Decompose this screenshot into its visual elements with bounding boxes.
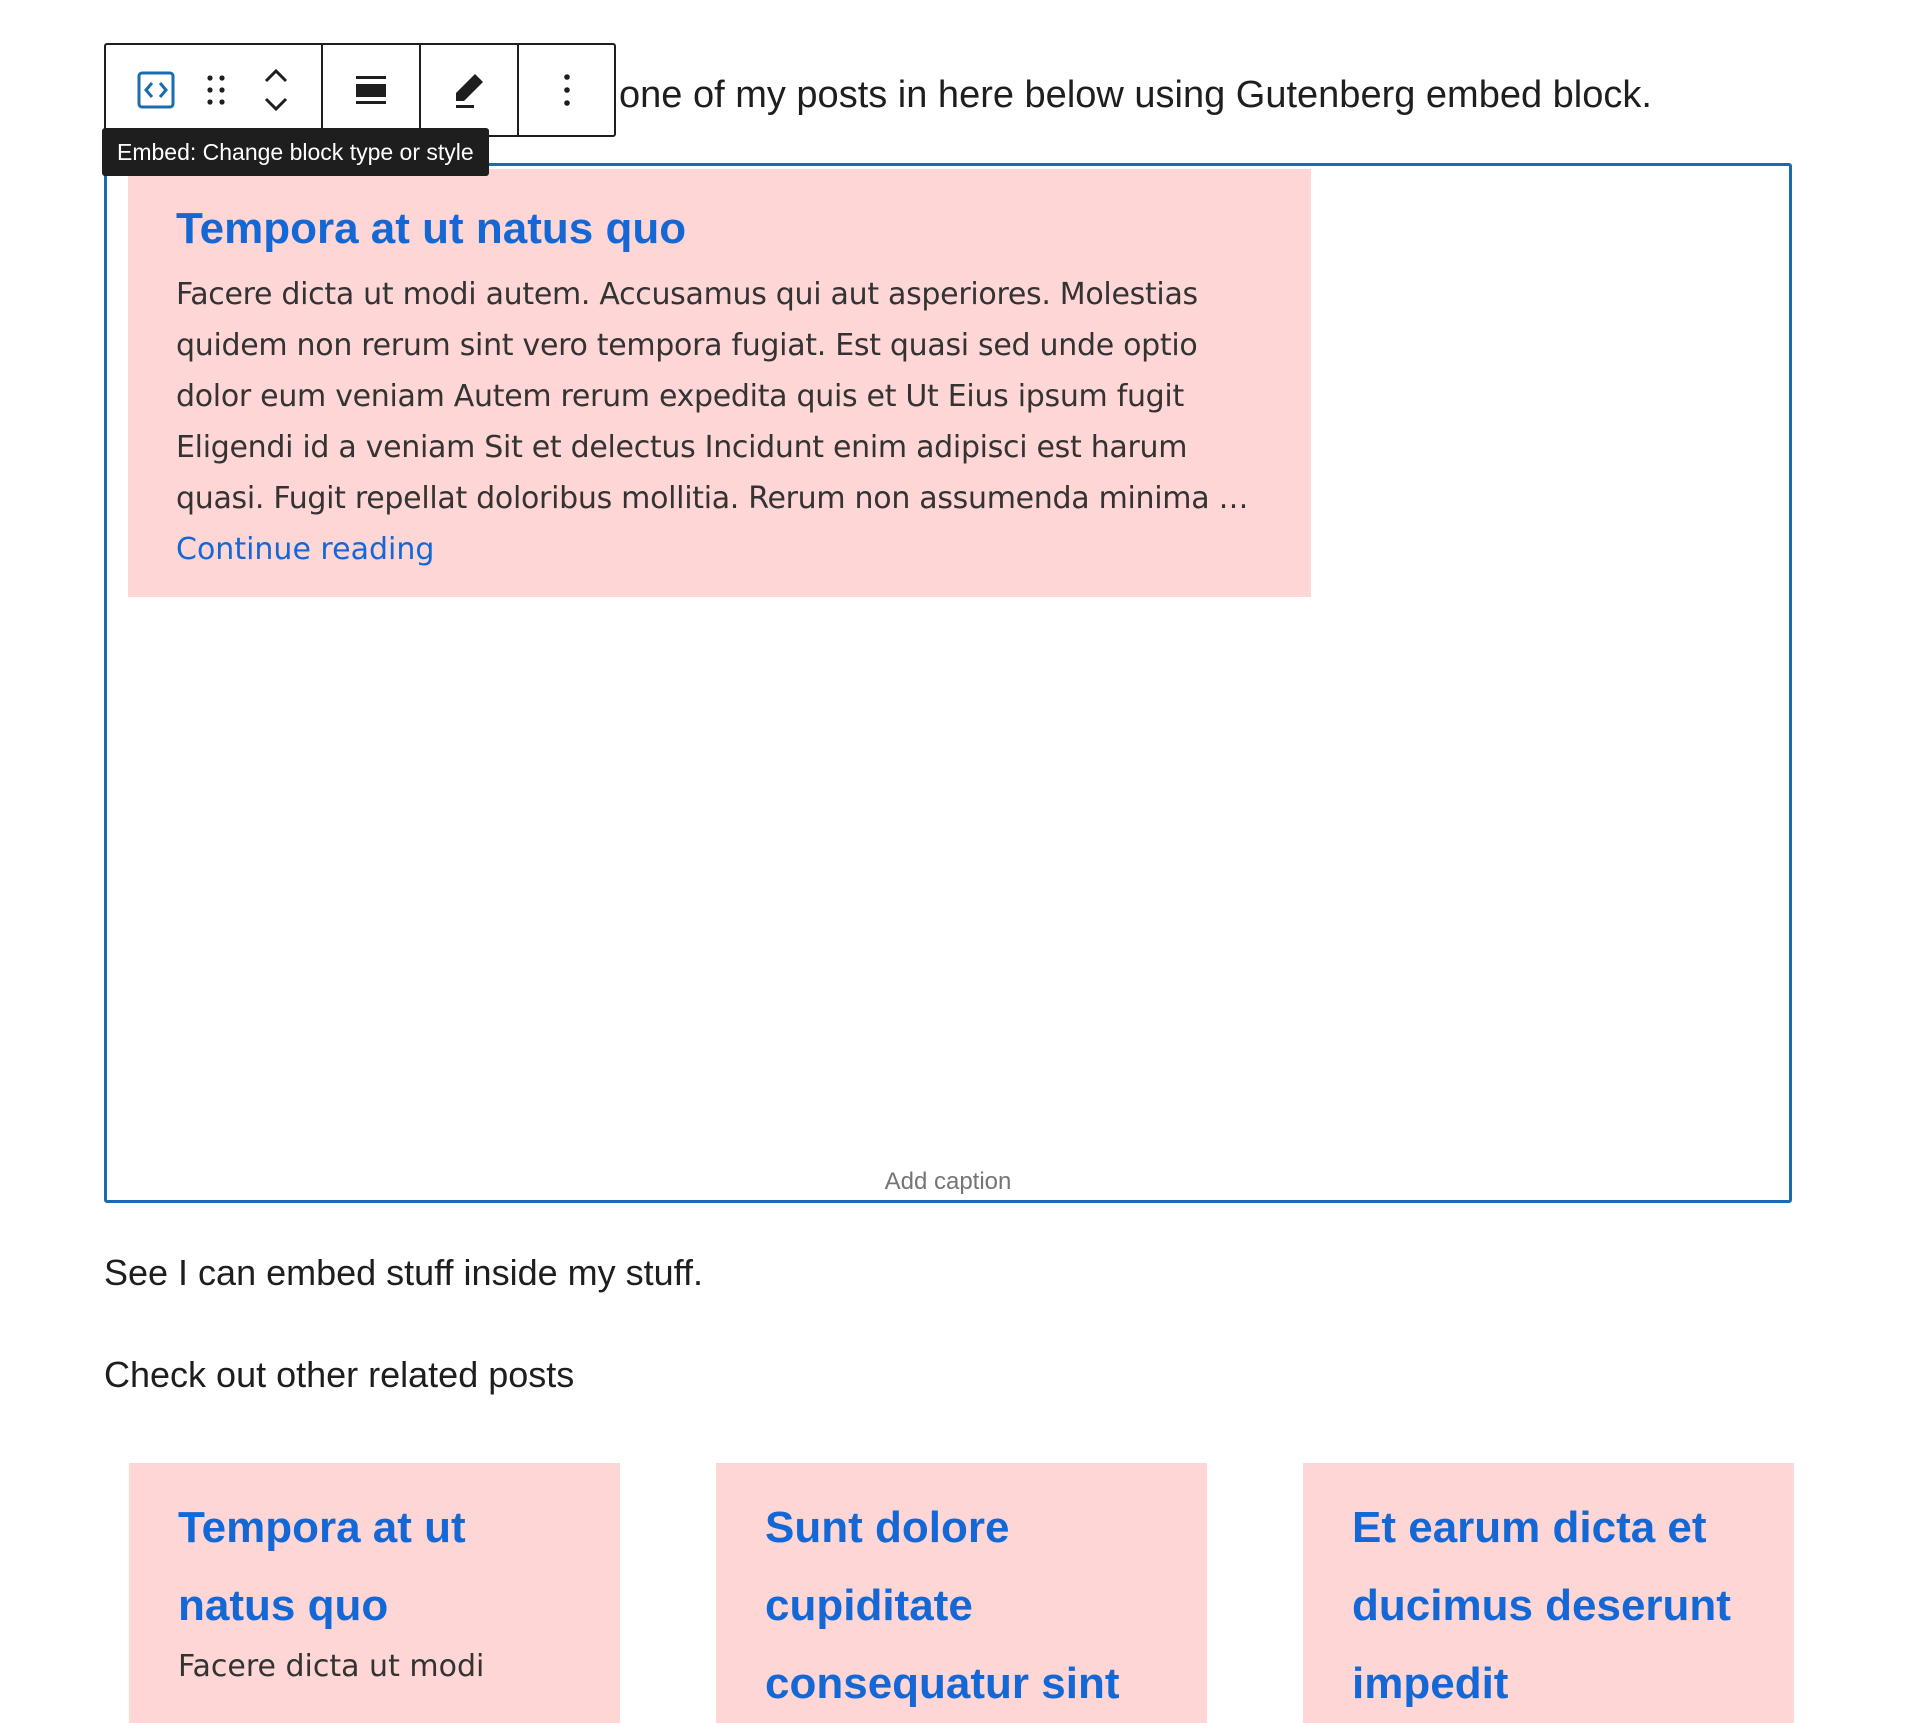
paragraph-embed-note[interactable]: See I can embed stuff inside my stuff. <box>104 1250 703 1296</box>
pencil-icon <box>456 74 483 108</box>
related-post-card: Sunt dolore cupiditate consequatur sint <box>716 1463 1207 1723</box>
block-toolbar-group-more <box>519 45 614 135</box>
related-post-card: Tempora at ut natus quo Facere dicta ut … <box>129 1463 620 1723</box>
related-post-title[interactable]: Et earum dicta et ducimus deserunt imped… <box>1352 1489 1746 1723</box>
block-toolbar-group-align <box>323 45 421 135</box>
add-caption-field[interactable]: Add caption <box>107 1168 1789 1196</box>
edit-url-button[interactable] <box>439 60 499 120</box>
block-toolbar <box>104 43 616 137</box>
drag-handle-button[interactable] <box>186 60 246 120</box>
related-post-excerpt: Facere dicta ut modi <box>178 1649 485 1684</box>
embed-icon <box>137 71 175 109</box>
related-post-title[interactable]: Sunt dolore cupiditate consequatur sint <box>765 1489 1159 1723</box>
block-toolbar-group-edit <box>421 45 519 135</box>
block-toolbar-group-main <box>106 45 323 135</box>
embed-post-title[interactable]: Tempora at ut natus quo <box>176 201 1263 257</box>
related-post-title[interactable]: Tempora at ut natus quo <box>178 1489 572 1645</box>
align-button[interactable] <box>341 60 401 120</box>
chevron-down-icon <box>264 97 288 112</box>
tooltip: Embed: Change block type or style <box>102 128 489 176</box>
embed-post-card: Tempora at ut natus quo Facere dicta ut … <box>128 169 1311 597</box>
embed-block[interactable]: Tempora at ut natus quo Facere dicta ut … <box>104 163 1792 1203</box>
more-vertical-icon <box>563 74 570 106</box>
drag-handle-icon <box>207 75 225 105</box>
embed-block-switcher-button[interactable] <box>126 60 186 120</box>
related-post-card: Et earum dicta et ducimus deserunt imped… <box>1303 1463 1794 1723</box>
move-up-down-button[interactable] <box>246 60 306 120</box>
embed-post-excerpt: Facere dicta ut modi autem. Accusamus qu… <box>176 277 1249 516</box>
align-none-icon <box>356 76 386 104</box>
continue-reading-link[interactable]: Continue reading <box>176 524 1263 576</box>
paragraph-related-heading[interactable]: Check out other related posts <box>104 1352 574 1398</box>
intro-paragraph[interactable]: one of my posts in here below using Gute… <box>619 72 1652 118</box>
more-options-button[interactable] <box>537 60 597 120</box>
chevron-up-icon <box>264 68 288 83</box>
